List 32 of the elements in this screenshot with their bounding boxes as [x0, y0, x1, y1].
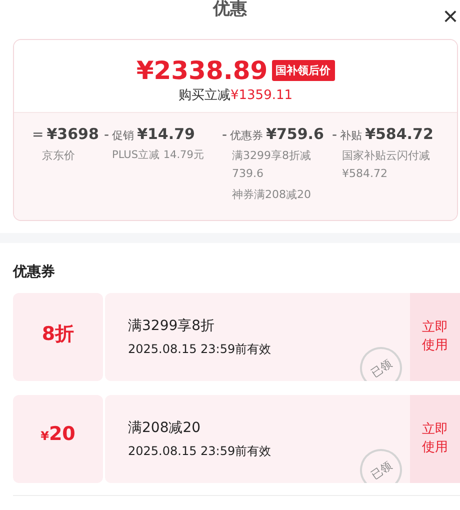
breakdown-note: 神券满208减20: [231, 187, 312, 204]
operator-sign: -: [332, 127, 338, 143]
coupon-expiry: 2025.08.15 23:59前有效: [128, 340, 272, 358]
final-price: ¥2338.89: [136, 56, 268, 85]
sheet-title: 优惠: [213, 0, 247, 20]
price-tag: 国补领后价: [272, 60, 335, 81]
operator-sign: -: [104, 127, 110, 143]
breakdown-value: ¥3698: [46, 125, 99, 143]
coupon-amount: 8折: [42, 322, 74, 347]
use-now-button[interactable]: 立即使用: [410, 394, 460, 483]
breakdown-label: 补贴: [340, 128, 362, 143]
saving-amount: ¥1359.11: [230, 88, 293, 103]
breakdown-note: PLUS立减 14.79元: [111, 148, 206, 163]
breakdown-label: 优惠券: [230, 128, 264, 143]
breakdown-value: ¥584.72: [365, 125, 434, 143]
breakdown-note: 满3299享8折减739.6: [231, 148, 312, 182]
operator-sign: -: [222, 127, 228, 143]
breakdown-value: ¥759.6: [266, 125, 324, 143]
breakdown-note: 京东价: [41, 148, 76, 164]
section-title: 优惠券: [13, 262, 56, 281]
coupon-expiry: 2025.08.15 23:59前有效: [128, 442, 272, 460]
breakdown-note: 国家补贴云闪付减¥584.72: [341, 148, 431, 182]
coupon-amount: 20: [48, 422, 76, 445]
use-now-button[interactable]: 立即使用: [410, 292, 460, 381]
currency-symbol: ¥: [40, 428, 49, 443]
coupon-condition: 满3299享8折: [128, 316, 216, 335]
breakdown-label: 促销: [112, 128, 134, 143]
operator-sign: =: [32, 127, 44, 143]
close-button[interactable]: ×: [442, 3, 458, 29]
breakdown-value: ¥14.79: [137, 125, 195, 143]
coupon-condition: 满208减20: [128, 418, 202, 437]
saving-label: 购买立减: [178, 88, 230, 103]
